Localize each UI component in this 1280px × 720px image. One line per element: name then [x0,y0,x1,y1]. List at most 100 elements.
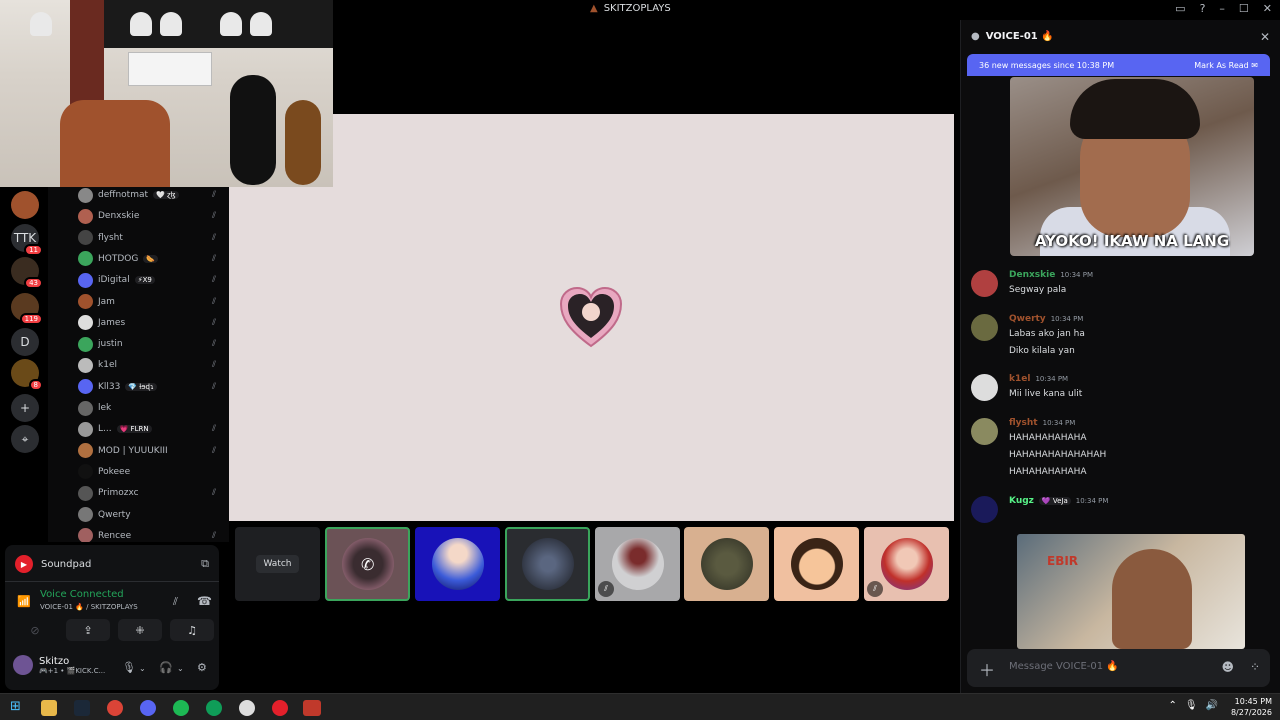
voice-member[interactable]: Denxskie ⫽ [78,206,226,226]
main-stage[interactable] [229,114,954,521]
message-timestamp: 10:34 PM [1050,315,1084,323]
message-author[interactable]: Qwerty [1009,314,1046,324]
participant-tile[interactable] [774,527,859,601]
avatar[interactable] [971,374,998,401]
noise-suppression-icon[interactable]: ⫽ [173,595,178,609]
gif-embed[interactable]: EBIR [1017,534,1245,649]
apps-icon[interactable]: ⁘ [1250,660,1260,674]
soundpad-icon[interactable] [272,700,288,716]
activities-button[interactable]: ⁜ [118,619,162,641]
new-messages-bar[interactable]: 36 new messages since 10:38 PM Mark As R… [967,54,1270,76]
message-author[interactable]: k1el [1009,374,1030,384]
message-input[interactable]: Message VOICE-01 🔥 [1009,661,1119,672]
voice-member[interactable]: MOD | YUUUKIII ⫽ [78,441,226,461]
speaker-icon[interactable]: 🔊 [1206,700,1218,711]
voice-member[interactable]: Pokeee [78,462,226,482]
emoji-icon[interactable]: ☻ [1221,660,1234,674]
chrome-icon[interactable] [107,700,123,716]
minimize-button[interactable]: – [1219,2,1225,15]
screen-share-icon[interactable]: ⧉ [201,557,209,571]
camera-button[interactable]: ⊘ [13,619,57,641]
muted-icon: ⫽ [211,488,216,499]
chevron-down-icon[interactable]: ⌄ [139,664,146,673]
server-icon[interactable] [11,191,39,219]
microphone-icon[interactable]: 🎙 [122,661,136,674]
chrome-icon[interactable] [206,700,222,716]
clock[interactable]: 10:45 PM 8/27/2026 [1231,696,1272,718]
voice-member[interactable]: Qwerty [78,505,226,525]
voice-channel-label[interactable]: VOICE-01 🔥 / SKITZOPLAYS [40,603,138,611]
chevron-up-icon[interactable]: ⌃ [1168,700,1176,711]
message-composer[interactable]: ＋ Message VOICE-01 🔥 ☻ ⁘ [967,649,1270,687]
heart-avatar [559,286,623,348]
avatar[interactable] [971,270,998,297]
message-author[interactable]: flysht [1009,418,1038,428]
participant-tile[interactable]: ⫽ [864,527,949,601]
file-explorer-icon[interactable] [41,700,57,716]
voice-member[interactable]: justin ⫽ [78,334,226,354]
gear-icon[interactable]: ⚙ [197,661,207,674]
message-author[interactable]: Denxskie [1009,270,1055,280]
voice-member[interactable]: Rencee ⫽ [78,526,226,542]
muted-icon: ⫽ [211,339,216,350]
server-icon[interactable]: ⌖ [11,425,39,453]
voice-member[interactable]: Primozxc ⫽ [78,483,226,503]
voice-member[interactable]: deffnotmat 🤍 ɀɮ ⫽ [78,187,226,205]
server-icon[interactable]: + [11,394,39,422]
voice-member[interactable]: Kll33 💎 ƚɘɖɿ ⫽ [78,377,226,397]
message-author[interactable]: Kugz [1009,496,1034,506]
message-header: k1el 10:34 PM [1009,374,1068,384]
participant-tile[interactable]: ✆ [325,527,410,601]
voice-connected-status[interactable]: Voice Connected [40,589,124,600]
discord-icon[interactable] [140,700,156,716]
voice-member[interactable]: L... 💗 FLRN ⫽ [78,419,226,439]
soundboard-button[interactable]: ♫ [170,619,214,641]
chevron-down-icon[interactable]: ⌄ [177,664,184,673]
obs-icon[interactable] [239,700,255,716]
voice-member[interactable]: flysht ⫽ [78,228,226,248]
close-icon[interactable]: ✕ [1260,30,1270,44]
mark-as-read-button[interactable]: Mark As Read ✉ [1194,61,1258,70]
windows-start-icon[interactable]: ⊞ [10,699,21,714]
gif-embed[interactable]: AYOKO! IKAW NA LANG [1010,77,1254,256]
server-icon[interactable]: TTK 11 [11,224,43,256]
current-user[interactable]: Skitzo 🎮+1 • 🎬KICK.C... [13,655,105,675]
avatar[interactable] [971,314,998,341]
participant-tile[interactable] [415,527,500,601]
avatar[interactable] [971,496,998,523]
voicemeeter-icon[interactable] [303,700,321,716]
webcam-hat [130,12,152,36]
voice-member[interactable]: iDigital ⚡X9 ⫽ [78,270,226,290]
maximize-button[interactable]: ☐ [1239,2,1249,15]
disconnect-icon[interactable]: ☎ [197,594,212,608]
server-icon[interactable]: 119 [11,293,43,325]
participant-tile[interactable] [505,527,590,601]
voice-member-name: lek [98,403,112,413]
spotify-icon[interactable] [173,700,189,716]
inbox-icon[interactable]: ▭ [1175,2,1185,15]
steam-icon[interactable] [74,700,90,716]
server-icon[interactable]: D [11,328,39,356]
close-button[interactable]: ✕ [1263,2,1272,15]
help-icon[interactable]: ? [1200,2,1206,15]
participant-tile[interactable] [684,527,769,601]
voice-member[interactable]: James ⫽ [78,313,226,333]
voice-member[interactable]: k1el ⫽ [78,355,226,375]
add-attachment-icon[interactable]: ＋ [979,657,995,681]
share-screen-button[interactable]: ⇪ [66,619,110,641]
participant-tile[interactable]: ⫽ [595,527,680,601]
soundpad-activity[interactable]: ▶ Soundpad [15,555,91,573]
voice-member-name: James [98,317,126,328]
avatar[interactable] [971,418,998,445]
server-icon[interactable]: 8 [11,359,43,391]
voice-member[interactable]: HOTDOG 🌭 ⫽ [78,249,226,269]
avatar [78,443,93,459]
headphones-icon[interactable]: 🎧 [159,661,173,674]
voice-member[interactable]: Jam ⫽ [78,292,226,312]
server-icon[interactable]: 43 [11,257,43,289]
microphone-icon[interactable]: 🎙 [1185,700,1198,711]
avatar [78,379,93,395]
watch-button[interactable]: Watch [256,555,299,573]
voice-member[interactable]: lek [78,398,226,418]
avatar [700,538,753,590]
